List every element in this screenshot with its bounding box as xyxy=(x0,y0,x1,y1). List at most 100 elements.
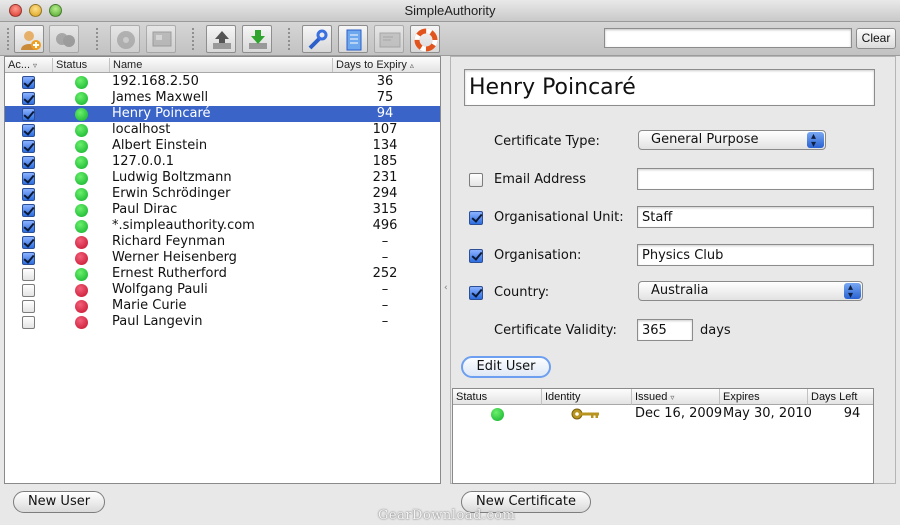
column-header-days-to-expiry[interactable]: Days to Expiry ▵ xyxy=(333,58,440,72)
days-to-expiry: 294 xyxy=(372,186,398,201)
user-row[interactable]: Henry Poincaré 94 xyxy=(5,106,440,122)
users-toolbar-button[interactable] xyxy=(49,25,79,53)
clear-button[interactable]: Clear xyxy=(856,28,896,49)
status-indicator xyxy=(75,92,88,105)
tools-toolbar-button[interactable] xyxy=(302,25,332,53)
user-name: Wolfgang Pauli xyxy=(112,282,208,297)
email-address-field[interactable] xyxy=(637,168,874,190)
organisation-checkbox[interactable] xyxy=(469,249,483,263)
user-row[interactable]: Ludwig Boltzmann 231 xyxy=(5,170,440,186)
certificate-type-select[interactable]: General Purpose xyxy=(638,128,826,154)
column-header-active[interactable]: Ac... ▿ xyxy=(5,58,53,72)
organisation-field[interactable]: Physics Club xyxy=(637,244,874,266)
user-name: Henry Poincaré xyxy=(112,106,211,121)
search-input[interactable] xyxy=(604,28,852,48)
active-checkbox[interactable] xyxy=(22,156,35,169)
user-name: Paul Langevin xyxy=(112,314,203,329)
certificate-validity-label: Certificate Validity: xyxy=(494,323,617,338)
lifebuoy-help-icon xyxy=(414,28,438,52)
status-indicator xyxy=(75,284,88,297)
active-checkbox[interactable] xyxy=(22,108,35,121)
disk-toolbar-button[interactable] xyxy=(110,25,140,53)
active-checkbox[interactable] xyxy=(22,300,35,313)
active-checkbox[interactable] xyxy=(22,188,35,201)
help-toolbar-button[interactable] xyxy=(410,25,440,53)
user-row[interactable]: Werner Heisenberg – xyxy=(5,250,440,266)
certificate-card-toolbar-button[interactable] xyxy=(374,25,404,53)
user-row[interactable]: James Maxwell 75 xyxy=(5,90,440,106)
toolbar-separator xyxy=(7,28,9,50)
user-name: James Maxwell xyxy=(112,90,209,105)
sort-arrow-icon: ▿ xyxy=(33,61,38,70)
column-header-expires[interactable]: Expires xyxy=(720,389,808,405)
splitter-handle[interactable]: ‹ xyxy=(444,283,448,293)
status-indicator xyxy=(75,140,88,153)
sort-arrow-icon: ▿ xyxy=(670,393,675,402)
user-row[interactable]: Erwin Schrödinger 294 xyxy=(5,186,440,202)
active-checkbox[interactable] xyxy=(22,92,35,105)
user-row[interactable]: Ernest Rutherford 252 xyxy=(5,266,440,282)
upload-toolbar-button[interactable] xyxy=(206,25,236,53)
days-to-expiry: 94 xyxy=(376,106,394,121)
days-to-expiry: 107 xyxy=(372,122,398,137)
column-header-name[interactable]: Name xyxy=(110,58,333,72)
certificate-scroll-toolbar-button[interactable] xyxy=(338,25,368,53)
active-checkbox[interactable] xyxy=(22,204,35,217)
days-left-value: 94 xyxy=(843,406,861,421)
active-checkbox[interactable] xyxy=(22,220,35,233)
new-user-button[interactable]: New User xyxy=(13,491,105,513)
active-checkbox[interactable] xyxy=(22,316,35,329)
active-checkbox[interactable] xyxy=(22,124,35,137)
active-checkbox[interactable] xyxy=(22,172,35,185)
download-toolbar-button[interactable] xyxy=(242,25,272,53)
certificate-card-icon xyxy=(379,32,401,48)
organisational-unit-checkbox[interactable] xyxy=(469,211,483,225)
select-arrows-icon xyxy=(807,128,824,154)
status-indicator xyxy=(491,408,504,421)
expiry-date: May 30, 2010 xyxy=(723,406,812,421)
issued-date: Dec 16, 2009 xyxy=(635,406,723,421)
user-row[interactable]: localhost 107 xyxy=(5,122,440,138)
column-header-status[interactable]: Status xyxy=(453,389,542,405)
user-name-field[interactable]: Henry Poincaré xyxy=(464,69,875,106)
country-checkbox[interactable] xyxy=(469,286,483,300)
user-name: 127.0.0.1 xyxy=(112,154,175,169)
organisational-unit-field[interactable]: Staff xyxy=(637,206,874,228)
status-indicator xyxy=(75,204,88,217)
email-address-checkbox[interactable] xyxy=(469,173,483,187)
watermark-text: GearDownload.com xyxy=(378,508,516,523)
new-user-toolbar-button[interactable] xyxy=(14,25,44,53)
country-select[interactable]: Australia xyxy=(638,279,863,305)
title-bar: SimpleAuthority xyxy=(0,0,900,22)
user-row[interactable]: Paul Dirac 315 xyxy=(5,202,440,218)
certificate-type-label: Certificate Type: xyxy=(494,134,600,149)
user-name: Richard Feynman xyxy=(112,234,226,249)
column-header-issued[interactable]: Issued ▿ xyxy=(632,389,720,405)
user-row[interactable]: Albert Einstein 134 xyxy=(5,138,440,154)
user-row[interactable]: Paul Langevin – xyxy=(5,314,440,330)
disk-disabled-icon xyxy=(117,31,135,49)
active-checkbox[interactable] xyxy=(22,140,35,153)
active-checkbox[interactable] xyxy=(22,76,35,89)
days-to-expiry: 185 xyxy=(372,154,398,169)
active-checkbox[interactable] xyxy=(22,252,35,265)
column-header-identity[interactable]: Identity xyxy=(542,389,632,405)
edit-user-button[interactable]: Edit User xyxy=(461,356,551,378)
certificate-validity-field[interactable]: 365 xyxy=(637,319,693,341)
new-user-icon xyxy=(21,31,41,50)
active-checkbox[interactable] xyxy=(22,284,35,297)
user-row[interactable]: *.simpleauthority.com 496 xyxy=(5,218,440,234)
days-to-expiry: – xyxy=(381,314,389,329)
user-row[interactable]: 127.0.0.1 185 xyxy=(5,154,440,170)
column-header-status[interactable]: Status xyxy=(53,58,110,72)
user-row[interactable]: Marie Curie – xyxy=(5,298,440,314)
screen-toolbar-button[interactable] xyxy=(146,25,176,53)
user-row[interactable]: Richard Feynman – xyxy=(5,234,440,250)
column-header-days-left[interactable]: Days Left xyxy=(808,389,873,405)
active-checkbox[interactable] xyxy=(22,268,35,281)
users-table: Ac... ▿ Status Name Days to Expiry ▵ 192.1… xyxy=(4,56,441,484)
user-row[interactable]: 192.168.2.50 36 xyxy=(5,74,440,90)
user-row[interactable]: Wolfgang Pauli – xyxy=(5,282,440,298)
screen-disabled-icon xyxy=(152,31,172,47)
active-checkbox[interactable] xyxy=(22,236,35,249)
